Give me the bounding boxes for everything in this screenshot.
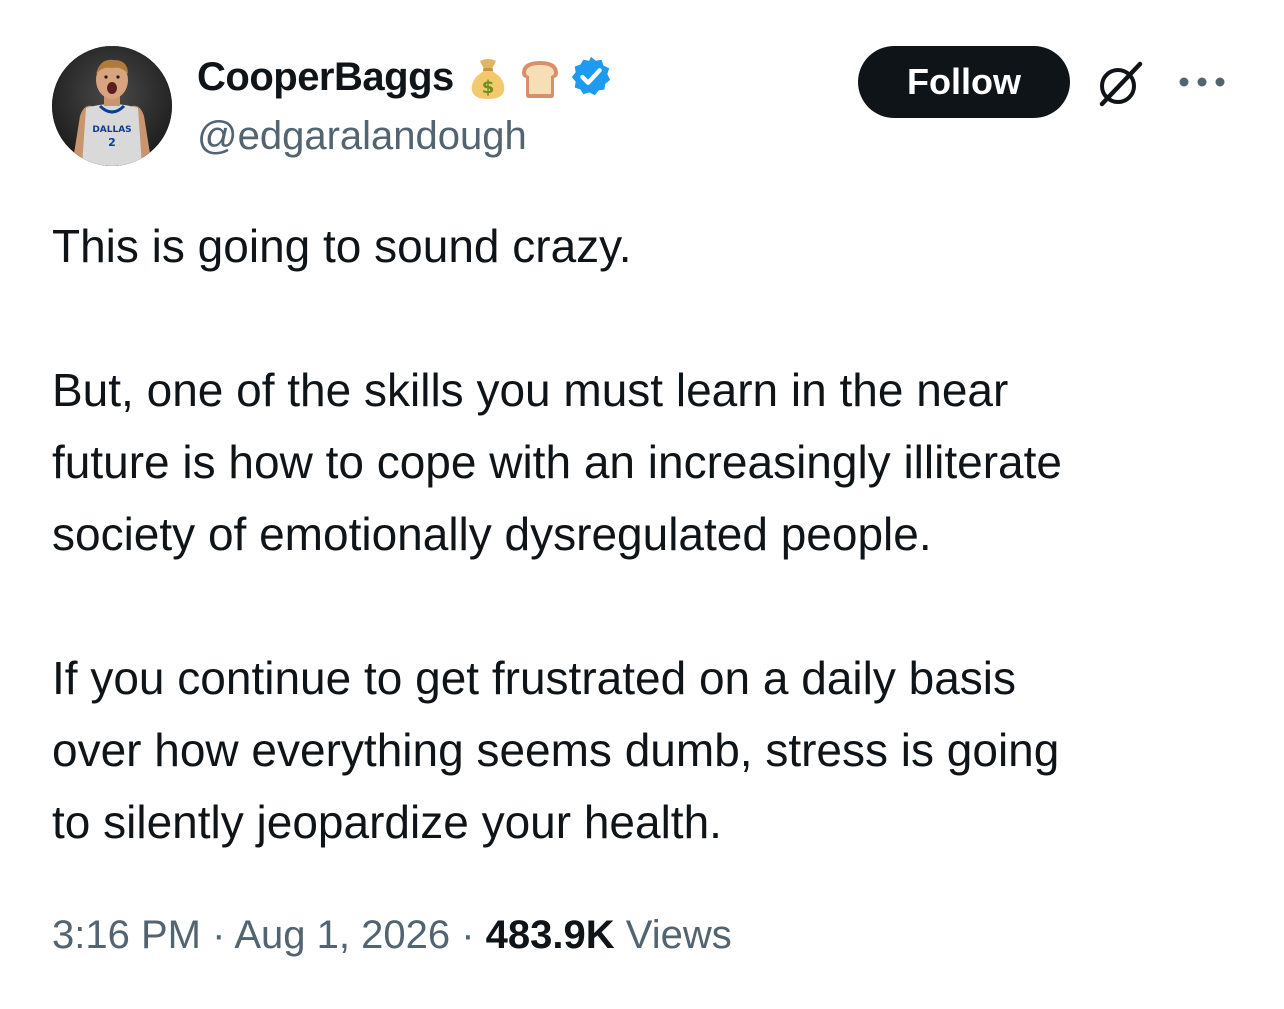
tweet-date[interactable]: Aug 1, 2026 — [234, 913, 450, 957]
author-info: CooperBaggs $ @edgaralandough — [197, 52, 614, 162]
display-name[interactable]: CooperBaggs — [197, 52, 454, 102]
verified-badge-icon[interactable] — [568, 54, 614, 100]
tweet-card: DALLAS 2 CooperBaggs $ @edgaralandough F… — [0, 0, 1284, 1009]
views-label: Views — [625, 913, 732, 957]
svg-text:$: $ — [481, 77, 494, 98]
meta-separator: · — [461, 913, 475, 957]
avatar-image: DALLAS 2 — [52, 46, 172, 166]
avatar-jersey-number: 2 — [108, 136, 116, 149]
tweet-text: This is going to sound crazy. But, one o… — [52, 210, 1242, 858]
tweet-paragraph: This is going to sound crazy. — [52, 220, 632, 272]
tweet-meta: 3:16 PM · Aug 1, 2026 · 483.9K Views — [52, 905, 732, 965]
views-count[interactable]: 483.9K — [486, 913, 615, 957]
tweet-time[interactable]: 3:16 PM — [52, 913, 201, 957]
avatar-jersey-text: DALLAS — [92, 125, 131, 135]
grok-icon[interactable] — [1094, 58, 1146, 110]
display-name-row: CooperBaggs $ — [197, 52, 614, 102]
follow-button[interactable]: Follow — [858, 46, 1070, 118]
bread-emoji-icon — [521, 61, 558, 98]
more-options-icon[interactable] — [1176, 70, 1228, 94]
avatar[interactable]: DALLAS 2 — [52, 46, 172, 166]
tweet-paragraph: If you continue to get frustrated on a d… — [52, 652, 1060, 848]
money-bag-emoji-icon: $ — [471, 59, 504, 99]
tweet-paragraph: But, one of the skills you must learn in… — [52, 364, 1062, 560]
meta-separator: · — [212, 913, 226, 957]
user-handle[interactable]: @edgaralandough — [197, 110, 614, 162]
